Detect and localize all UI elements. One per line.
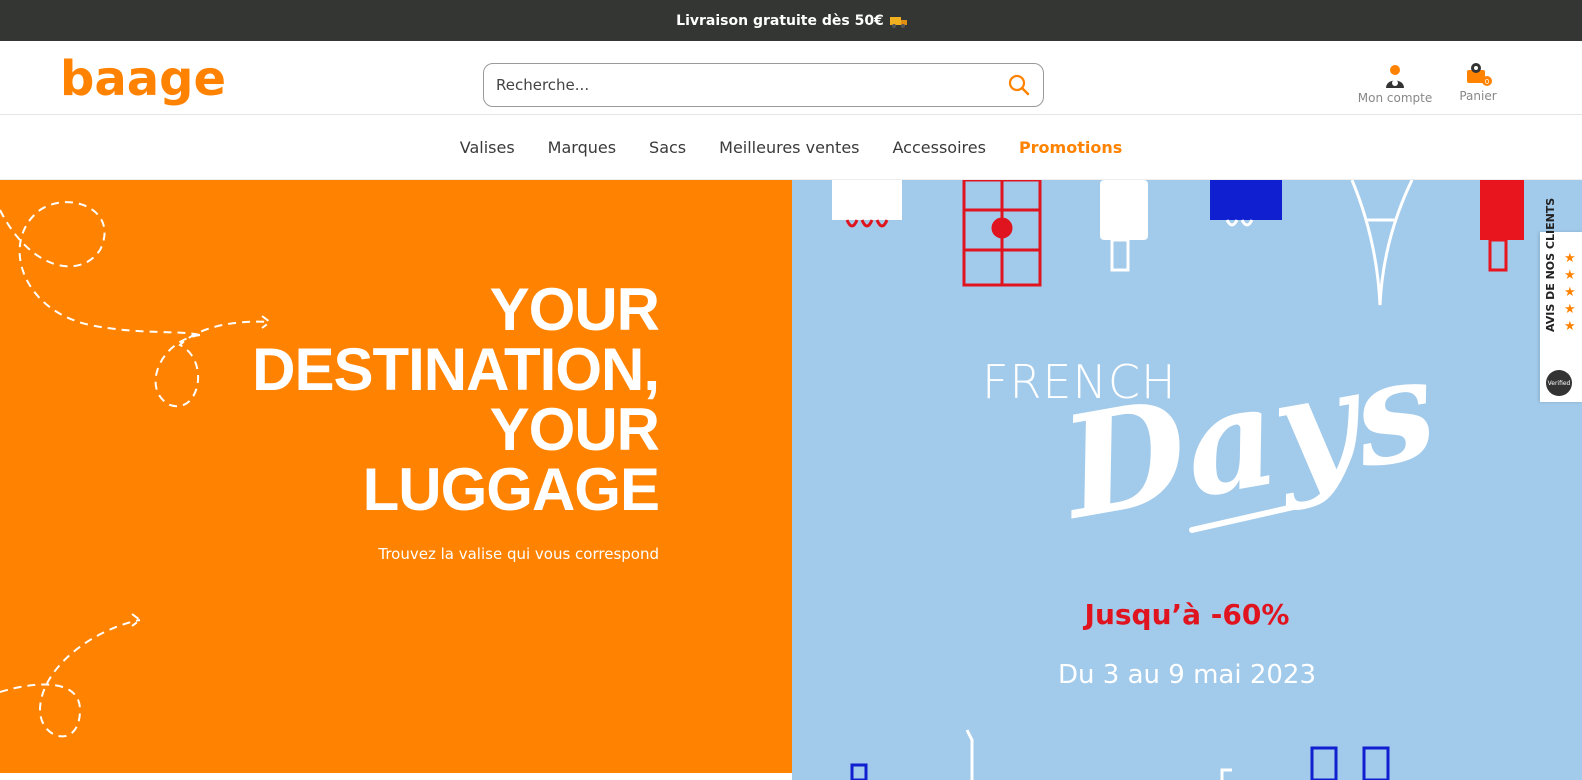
section-divider	[0, 773, 792, 780]
svg-text:baage: baage	[60, 53, 226, 107]
announcement-bar: Livraison gratuite dès 50€	[0, 0, 1582, 41]
account-label: Mon compte	[1357, 91, 1433, 105]
truck-icon	[889, 16, 907, 28]
nav-item-accessoires[interactable]: Accessoires	[893, 138, 986, 157]
discount-text: Jusqu’à -60%	[1084, 598, 1290, 631]
hero-banner-left[interactable]: YOUR DESTINATION, YOUR LUGGAGE Trouvez l…	[0, 180, 792, 773]
star-icon: ★	[1564, 268, 1576, 283]
customer-reviews-widget[interactable]: AVIS DE NOS CLIENTS ★ ★ ★ ★ ★ Verified	[1540, 198, 1582, 402]
headline-line: YOUR	[489, 396, 660, 463]
reviews-label: AVIS DE NOS CLIENTS	[1544, 197, 1557, 332]
headline-line: LUGGAGE	[362, 456, 660, 523]
announcement-text: Livraison gratuite dès 50€	[676, 12, 884, 29]
search-input[interactable]	[496, 76, 1007, 94]
search-bar[interactable]	[483, 63, 1044, 107]
cart-icon: 0	[1467, 63, 1492, 86]
main-nav: Valises Marques Sacs Meilleures ventes A…	[0, 115, 1582, 180]
nav-item-sacs[interactable]: Sacs	[649, 138, 686, 157]
cart-label: Panier	[1459, 89, 1497, 103]
user-icon	[1386, 65, 1404, 88]
verified-badge-icon: Verified	[1546, 370, 1572, 396]
site-header: baage Mon compte 0 Panier	[0, 41, 1582, 115]
star-icon: ★	[1564, 319, 1576, 334]
nav-item-valises[interactable]: Valises	[460, 138, 515, 157]
headline-line: DESTINATION,	[252, 336, 660, 403]
promo-dates: Du 3 au 9 mai 2023	[1058, 660, 1316, 690]
hero-banner-french-days[interactable]: FRENCH Days Jusqu’à -60% Du 3 au 9 mai 2…	[792, 180, 1582, 780]
nav-item-promotions[interactable]: Promotions	[1019, 138, 1122, 157]
headline-line: YOUR	[489, 276, 660, 343]
star-icon: ★	[1564, 302, 1576, 317]
hero-subline: Trouvez la valise qui vous correspond	[378, 545, 659, 563]
nav-item-meilleures-ventes[interactable]: Meilleures ventes	[719, 138, 859, 157]
star-icon: ★	[1564, 285, 1576, 300]
star-icon: ★	[1564, 251, 1576, 266]
search-icon[interactable]	[1007, 73, 1031, 97]
svg-text:0: 0	[1485, 78, 1489, 86]
rating-stars: ★ ★ ★ ★ ★	[1564, 250, 1576, 335]
nav-item-marques[interactable]: Marques	[548, 138, 616, 157]
account-link[interactable]: Mon compte	[1350, 63, 1440, 105]
baage-logo[interactable]: baage	[58, 51, 243, 115]
hero-headline: YOUR DESTINATION, YOUR LUGGAGE	[252, 276, 660, 523]
cart-link[interactable]: 0 Panier	[1448, 61, 1508, 103]
